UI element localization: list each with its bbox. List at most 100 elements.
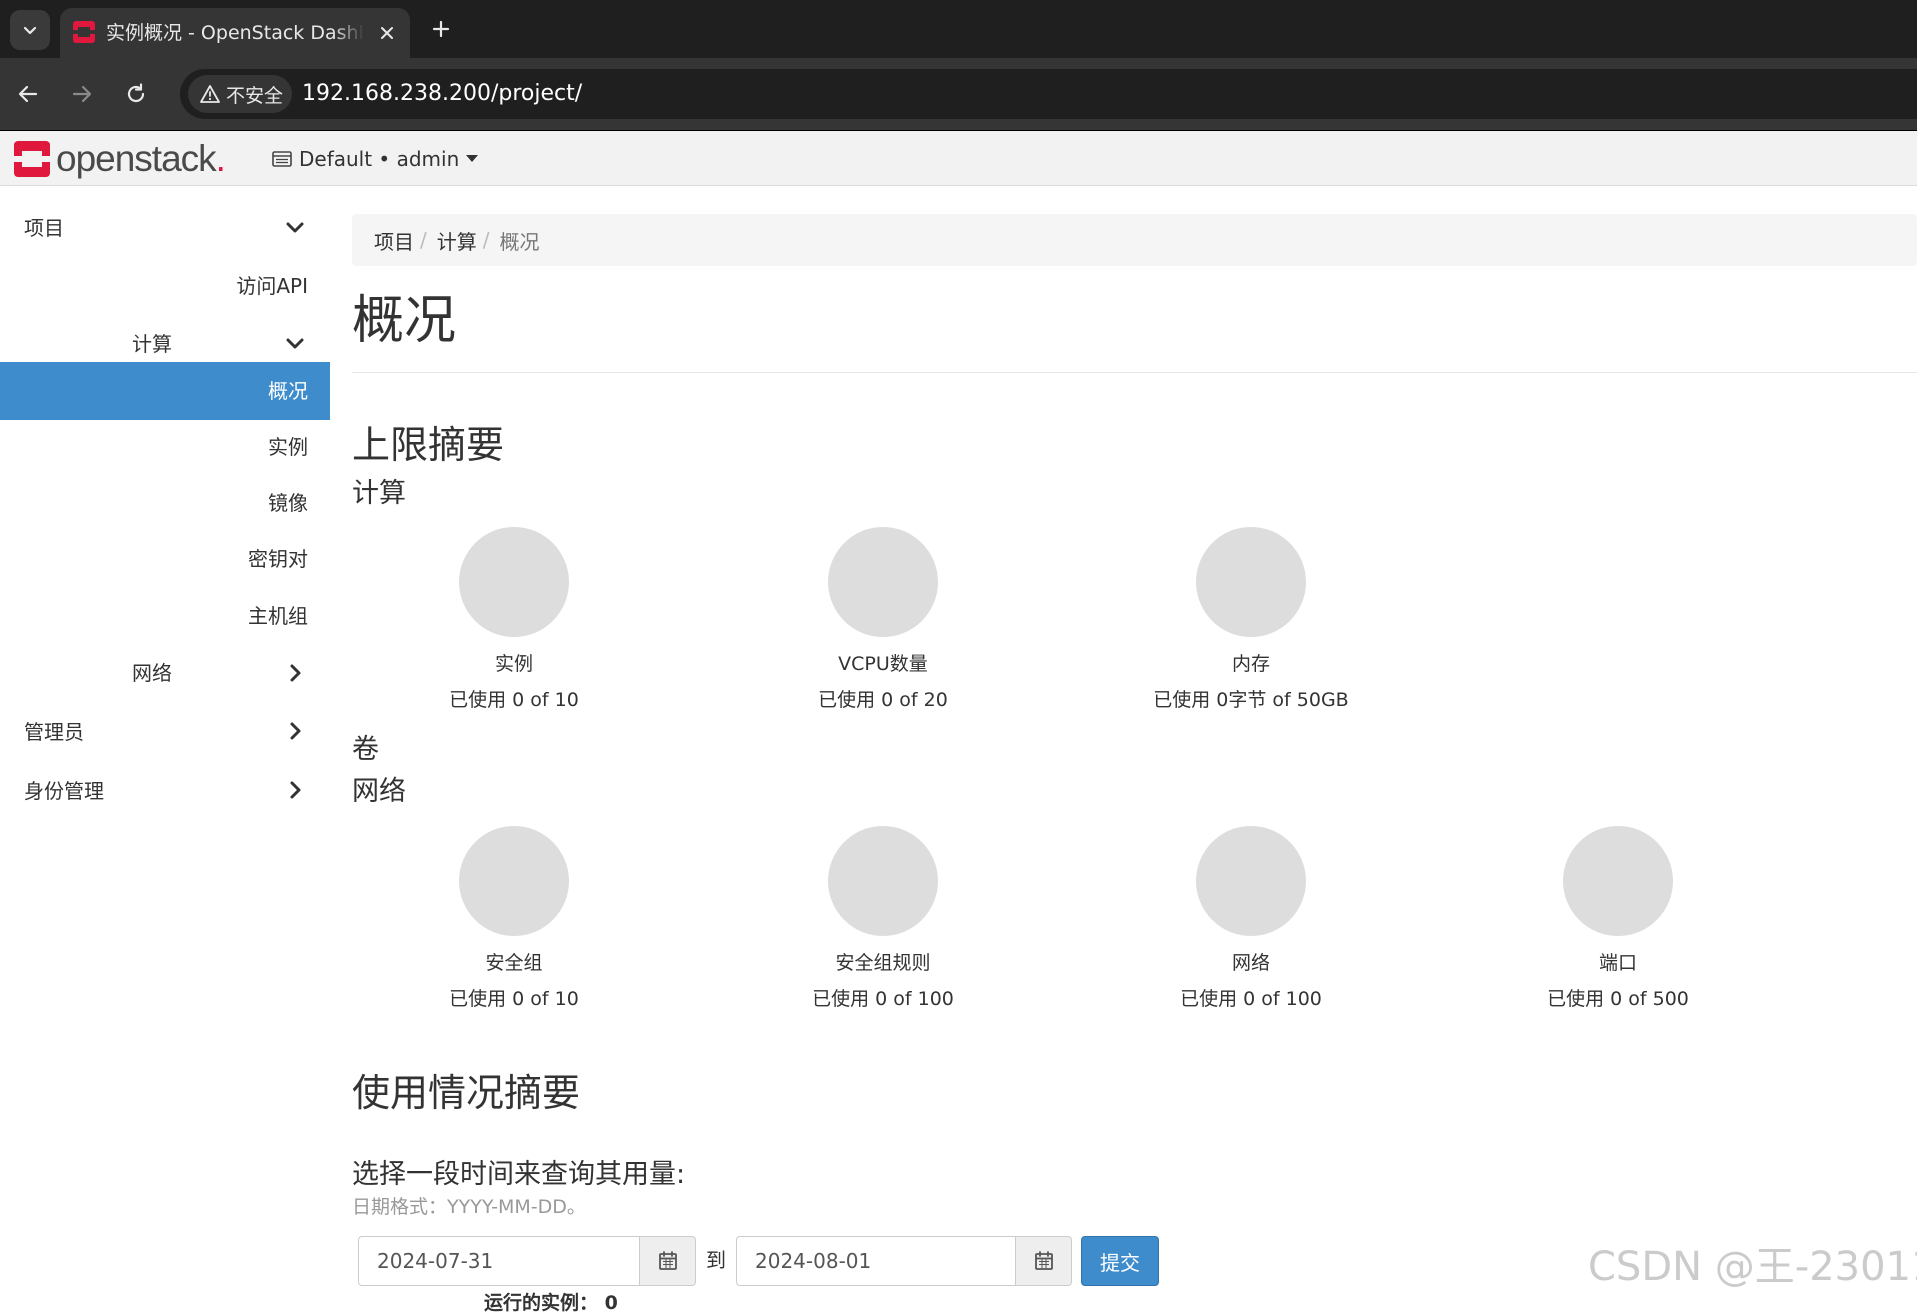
sidebar-item-label: 管理员 bbox=[24, 720, 84, 744]
tab-search-button[interactable] bbox=[10, 10, 50, 50]
pie-chart-title: VCPU数量 bbox=[838, 653, 928, 675]
pie-chart-usage: 已使用 0 of 10 bbox=[449, 988, 579, 1010]
date-range-to-label: 到 bbox=[706, 1248, 726, 1272]
pie-chart bbox=[828, 826, 938, 936]
sidebar-item-access-api[interactable]: 访问API bbox=[0, 259, 330, 311]
submit-button[interactable]: 提交 bbox=[1081, 1236, 1159, 1286]
sidebar-item-identity[interactable]: 身份管理 bbox=[0, 765, 330, 817]
security-indicator[interactable]: 不安全 bbox=[188, 75, 292, 113]
quota-chart-security-group-rules: 安全组规则 已使用 0 of 100 bbox=[763, 826, 1003, 1012]
limit-summary-heading: 上限摘要 bbox=[352, 423, 505, 467]
chevron-down-icon bbox=[286, 338, 304, 349]
chevron-right-icon bbox=[290, 781, 301, 799]
security-label: 不安全 bbox=[226, 84, 284, 107]
new-tab-button[interactable] bbox=[424, 12, 458, 46]
sidebar-item-label: 主机组 bbox=[248, 604, 308, 628]
end-date-input[interactable]: 2024-08-01 bbox=[736, 1236, 1016, 1286]
running-instances-summary: 运行的实例： 0 bbox=[484, 1292, 618, 1314]
quota-chart-security-groups: 安全组 已使用 0 of 10 bbox=[394, 826, 634, 1012]
sidebar-item-label: 密钥对 bbox=[248, 547, 308, 571]
chevron-right-icon bbox=[290, 664, 301, 682]
sidebar-item-admin[interactable]: 管理员 bbox=[0, 706, 330, 758]
chevron-down-icon bbox=[23, 26, 37, 35]
end-date-calendar-button[interactable] bbox=[1016, 1236, 1072, 1286]
quota-chart-instances: 实例 已使用 0 of 10 bbox=[394, 527, 634, 713]
sidebar: 项目 访问API 计算 概况 实例 镜像 密钥对 主机组 网络 管理员 身份管理 bbox=[0, 187, 330, 1300]
project-selector[interactable]: Default • admin bbox=[272, 145, 479, 173]
sidebar-item-label: 概况 bbox=[268, 379, 308, 403]
chevron-down-icon bbox=[286, 222, 304, 233]
sidebar-item-images[interactable]: 镜像 bbox=[0, 477, 330, 529]
sidebar-item-overview[interactable]: 概况 bbox=[0, 362, 330, 420]
browser-tab[interactable]: 实例概况 - OpenStack Dashboard bbox=[60, 8, 410, 58]
pie-chart-usage: 已使用 0 of 10 bbox=[449, 689, 579, 711]
plus-icon bbox=[432, 20, 450, 38]
sidebar-item-label: 实例 bbox=[268, 435, 308, 459]
browser-toolbar: 不安全 192.168.238.200/project/ bbox=[0, 58, 1917, 130]
pie-chart-title: 安全组 bbox=[485, 952, 543, 974]
sidebar-item-network[interactable]: 网络 bbox=[0, 647, 330, 699]
breadcrumb-item[interactable]: 项目 bbox=[374, 226, 414, 255]
openstack-logo-icon bbox=[14, 141, 50, 177]
arrow-left-icon bbox=[18, 85, 38, 103]
pie-chart-title: 实例 bbox=[494, 653, 533, 675]
date-range-label: 选择一段时间来查询其用量: bbox=[352, 1159, 686, 1190]
quota-chart-networks: 网络 已使用 0 of 100 bbox=[1131, 826, 1371, 1012]
pie-chart-usage: 已使用 0 of 100 bbox=[1180, 988, 1322, 1010]
pie-chart bbox=[1196, 527, 1306, 637]
tab-title: 实例概况 - OpenStack Dashboard bbox=[106, 22, 364, 44]
sidebar-item-label: 镜像 bbox=[268, 491, 308, 515]
sidebar-item-instances[interactable]: 实例 bbox=[0, 421, 330, 473]
date-format-hint: 日期格式：YYYY-MM-DD。 bbox=[352, 1196, 586, 1218]
quota-chart-vcpus: VCPU数量 已使用 0 of 20 bbox=[763, 527, 1003, 713]
reload-button[interactable] bbox=[116, 74, 156, 114]
end-date-picker: 2024-08-01 bbox=[736, 1236, 1072, 1286]
breadcrumb-item[interactable]: 计算 bbox=[437, 226, 477, 255]
sidebar-item-label: 身份管理 bbox=[24, 779, 104, 803]
usage-summary-heading: 使用情况摘要 bbox=[352, 1071, 581, 1115]
sidebar-item-server-groups[interactable]: 主机组 bbox=[0, 590, 330, 642]
tab-close-button[interactable] bbox=[374, 20, 400, 46]
title-divider bbox=[352, 372, 1917, 373]
arrow-right-icon bbox=[72, 85, 92, 103]
quota-chart-ram: 内存 已使用 0字节 of 50GB bbox=[1131, 527, 1371, 713]
calendar-icon bbox=[1034, 1251, 1053, 1270]
pie-chart-title: 安全组规则 bbox=[835, 952, 931, 974]
start-date-calendar-button[interactable] bbox=[640, 1236, 696, 1286]
breadcrumb-separator: / bbox=[482, 228, 490, 252]
address-bar[interactable]: 不安全 192.168.238.200/project/ bbox=[180, 69, 1917, 119]
pie-chart-title: 内存 bbox=[1231, 653, 1270, 675]
sidebar-item-label: 网络 bbox=[132, 661, 172, 685]
browser-tab-bar: 实例概况 - OpenStack Dashboard bbox=[0, 0, 1917, 58]
openstack-favicon-icon bbox=[73, 21, 95, 43]
sidebar-item-project[interactable]: 项目 bbox=[0, 201, 330, 253]
sidebar-item-label: 项目 bbox=[24, 216, 64, 240]
pie-chart-usage: 已使用 0字节 of 50GB bbox=[1153, 689, 1349, 711]
pie-chart bbox=[459, 527, 569, 637]
start-date-input[interactable]: 2024-07-31 bbox=[358, 1236, 640, 1286]
pie-chart-usage: 已使用 0 of 500 bbox=[1547, 988, 1689, 1010]
pie-chart bbox=[1196, 826, 1306, 936]
compute-heading: 计算 bbox=[352, 478, 406, 509]
back-button[interactable] bbox=[8, 74, 48, 114]
openstack-logo[interactable]: openstack. bbox=[14, 138, 226, 180]
pie-chart-title: 端口 bbox=[1598, 952, 1637, 974]
volume-heading: 卷 bbox=[352, 734, 379, 765]
breadcrumb-current: 概况 bbox=[499, 229, 540, 254]
pie-chart bbox=[459, 826, 569, 936]
breadcrumb: 项目 / 计算 / 概况 bbox=[352, 214, 1917, 266]
sidebar-item-key-pairs[interactable]: 密钥对 bbox=[0, 533, 330, 585]
pie-chart bbox=[1563, 826, 1673, 936]
warning-icon bbox=[200, 85, 220, 103]
chevron-right-icon bbox=[290, 722, 301, 740]
page-title: 概况 bbox=[352, 291, 457, 351]
quota-chart-ports: 端口 已使用 0 of 500 bbox=[1498, 826, 1738, 1012]
watermark: CSDN @王-230113 bbox=[1588, 1244, 1917, 1290]
sidebar-item-label: 计算 bbox=[132, 332, 172, 356]
calendar-icon bbox=[658, 1251, 677, 1270]
openstack-header: openstack. Default • admin bbox=[0, 131, 1917, 186]
reload-icon bbox=[127, 83, 145, 103]
forward-button[interactable] bbox=[62, 74, 102, 114]
pie-chart-usage: 已使用 0 of 100 bbox=[812, 988, 954, 1010]
pie-chart bbox=[828, 527, 938, 637]
